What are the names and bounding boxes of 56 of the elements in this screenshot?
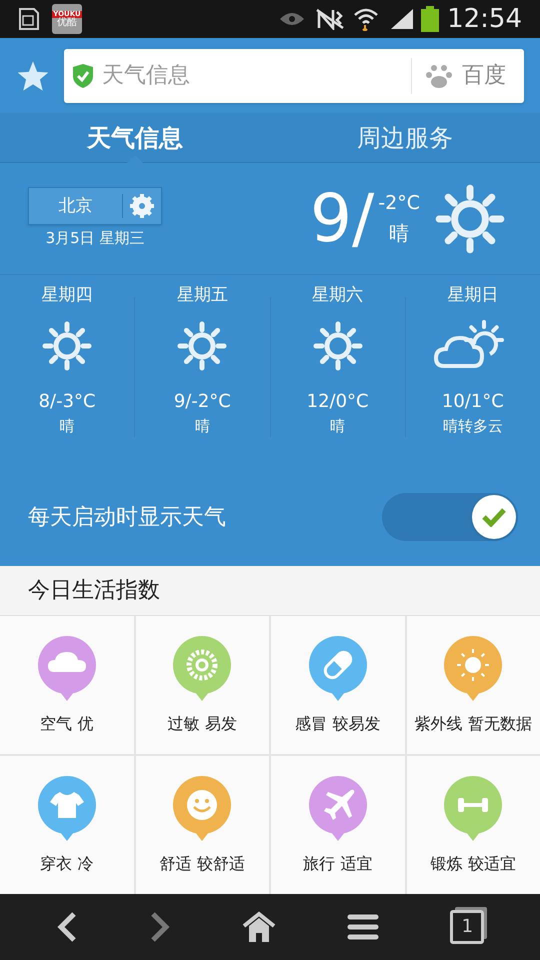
index-label: 感冒 较易发 (295, 713, 380, 735)
address-bar[interactable]: 天气信息 百度 (64, 48, 524, 102)
tabs-button[interactable]: 1 (450, 910, 484, 944)
temperature-range: 8/-3°C (38, 390, 96, 414)
index-label: 过敏 易发 (168, 713, 237, 735)
toggle-label: 每天启动时显示天气 (28, 504, 227, 532)
condition-text: 晴 (389, 220, 410, 247)
index-tile[interactable]: 穿衣 冷 (0, 756, 134, 894)
star-icon[interactable] (16, 60, 50, 92)
temperature-range: 10/1°C (442, 390, 504, 414)
index-tile[interactable]: 感冒 较易发 (271, 616, 404, 754)
low-temperature: -2°C (378, 191, 420, 216)
day-label: 星期日 (447, 284, 498, 307)
index-tile[interactable]: 旅行 适宜 (271, 756, 404, 894)
sim-card-icon (18, 7, 40, 31)
wifi-icon (353, 7, 380, 31)
day-label: 星期五 (176, 284, 228, 307)
index-label: 空气 优 (40, 713, 94, 735)
index-tile[interactable]: 锻炼 较适宜 (406, 756, 540, 894)
condition-text: 晴 (60, 416, 75, 436)
eye-icon (279, 11, 306, 27)
date-text: 3月5日 星期三 (46, 228, 144, 250)
menu-icon[interactable] (347, 913, 380, 941)
index-label: 舒适 较舒适 (160, 853, 245, 875)
index-tile[interactable]: 紫外线 暂无数据 (406, 616, 540, 754)
paw-icon (426, 62, 452, 88)
index-label: 锻炼 较适宜 (430, 853, 516, 875)
clock: 12:54 (447, 2, 522, 36)
day-label: 星期四 (42, 284, 93, 307)
signal-icon (389, 7, 416, 31)
condition-text: 晴 (330, 416, 346, 436)
high-temperature: 9/ (310, 186, 374, 252)
index-label: 紫外线 暂无数据 (414, 713, 532, 735)
temperature-range: 9/-2°C (174, 390, 231, 414)
index-tile[interactable]: 过敏 易发 (136, 616, 269, 754)
shield-check-icon (72, 62, 94, 88)
app-badge-label: 优酷 (57, 18, 77, 28)
condition-text: 晴 (194, 416, 210, 436)
index-tile[interactable]: 舒适 较舒适 (136, 756, 269, 894)
toggle-switch[interactable] (382, 493, 518, 541)
condition-text: 晴转多云 (442, 416, 503, 436)
day-label: 星期六 (312, 284, 364, 307)
gear-icon (129, 193, 155, 220)
forward-icon[interactable] (148, 911, 171, 943)
index-tile[interactable]: 空气 优 (0, 616, 134, 754)
back-icon[interactable] (56, 911, 78, 943)
index-label: 穿衣 冷 (40, 853, 94, 875)
section-title: 今日生活指数 (28, 577, 160, 605)
search-engine-label[interactable]: 百度 (462, 59, 506, 92)
checkmark-icon (481, 507, 507, 527)
address-text: 天气信息 (102, 62, 191, 90)
no-signal-icon (315, 8, 346, 30)
temperature-range: 12/0°C (306, 390, 369, 414)
battery-icon (421, 6, 440, 32)
home-icon[interactable] (242, 911, 276, 943)
index-label: 旅行 适宜 (303, 853, 372, 875)
